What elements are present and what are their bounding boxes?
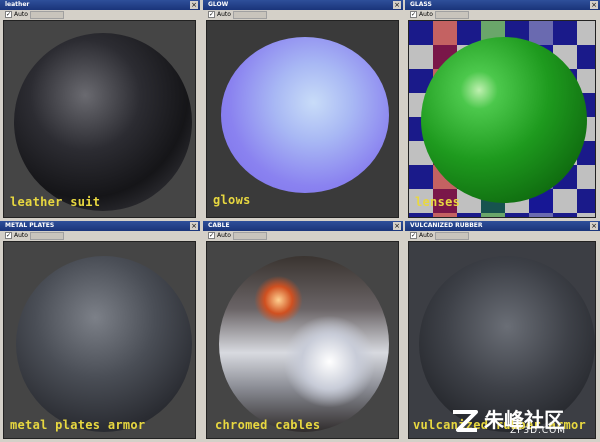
material-panel-glow: GLOW × ✓ Auto glows [203,0,403,221]
auto-checkbox[interactable]: ✓ [5,232,12,239]
title-bar: VULCANIZED RUBBER × [405,221,600,231]
material-caption: lenses [415,195,461,209]
auto-checkbox[interactable]: ✓ [410,232,417,239]
material-caption: leather suit [10,195,101,209]
auto-checkbox[interactable]: ✓ [208,11,215,18]
panel-title: VULCANIZED RUBBER [410,222,483,229]
auto-checkbox[interactable]: ✓ [5,11,12,18]
panel-toolbar: ✓ Auto [203,10,403,20]
panel-toolbar: ✓ Auto [405,10,600,20]
close-icon[interactable]: × [590,222,598,230]
glow-sphere [221,37,389,193]
panel-title: GLASS [410,1,432,8]
material-caption: metal plates armor [10,418,146,432]
auto-label: Auto [217,11,231,18]
close-icon[interactable]: × [393,222,401,230]
panel-toolbar: ✓ Auto [203,231,403,241]
update-button[interactable] [435,11,469,19]
update-button[interactable] [30,232,64,240]
title-bar: METAL PLATES × [0,221,200,231]
material-panel-glass: GLASS × ✓ Auto lenses [405,0,600,221]
auto-label: Auto [217,232,231,239]
update-button[interactable] [233,232,267,240]
panel-title: GLOW [208,1,229,8]
auto-label: Auto [14,232,28,239]
watermark-sub: ZF3D.COM [510,426,566,436]
title-bar: CABLE × [203,221,403,231]
material-preview: lenses [408,20,596,218]
panel-title: leather [5,1,30,8]
panel-title: METAL PLATES [5,222,55,229]
material-panel-leather: leather × ✓ Auto leather suit [0,0,200,221]
material-preview: glows [206,20,399,218]
material-preview: metal plates armor [3,241,196,439]
update-button[interactable] [30,11,64,19]
leather-sphere [14,33,192,211]
panel-toolbar: ✓ Auto [0,231,200,241]
material-panel-cable: CABLE × ✓ Auto chromed cables [203,221,403,442]
update-button[interactable] [435,232,469,240]
material-caption: glows [213,193,251,207]
close-icon[interactable]: × [393,1,401,9]
auto-label: Auto [419,232,433,239]
panel-title: CABLE [208,222,230,229]
title-bar: GLASS × [405,0,600,10]
material-caption: chromed cables [215,418,321,432]
auto-label: Auto [14,11,28,18]
metal-plates-sphere [16,256,192,432]
glass-sphere [421,37,587,203]
watermark-logo-icon [453,410,478,432]
close-icon[interactable]: × [590,1,598,9]
auto-label: Auto [419,11,433,18]
auto-checkbox[interactable]: ✓ [208,232,215,239]
panel-toolbar: ✓ Auto [405,231,600,241]
update-button[interactable] [233,11,267,19]
site-watermark: 朱峰社区 ZF3D.COM [450,406,596,436]
material-preview: leather suit [3,20,196,218]
title-bar: leather × [0,0,200,10]
close-icon[interactable]: × [190,222,198,230]
title-bar: GLOW × [203,0,403,10]
material-panel-metal-plates: METAL PLATES × ✓ Auto metal plates armor [0,221,200,442]
material-preview: chromed cables [206,241,399,439]
close-icon[interactable]: × [190,1,198,9]
chrome-sphere [219,256,389,432]
panel-toolbar: ✓ Auto [0,10,200,20]
auto-checkbox[interactable]: ✓ [410,11,417,18]
